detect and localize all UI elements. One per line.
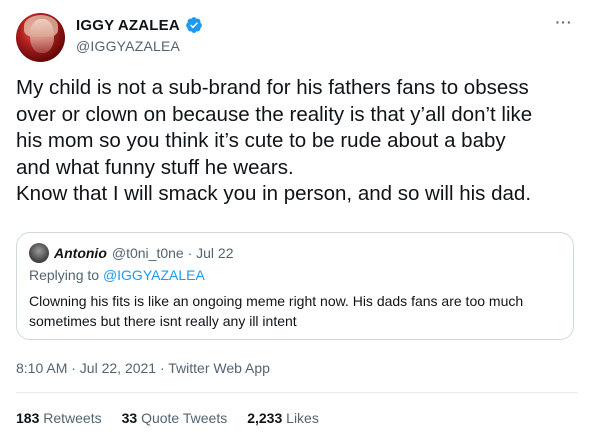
- quoted-avatar[interactable]: [29, 243, 49, 263]
- likes-count: 2,233: [247, 410, 283, 426]
- tweet-timestamp[interactable]: 8:10 AM · Jul 22, 2021 · Twitter Web App: [16, 360, 270, 376]
- divider: [16, 392, 578, 393]
- verified-badge-icon: [185, 17, 202, 33]
- quoted-reply-mention[interactable]: @IGGYAZALEA: [103, 267, 205, 283]
- tweet: IGGY AZALEA @IGGYAZALEA ··· My child is …: [0, 0, 595, 444]
- quoted-reply-prefix: Replying to: [29, 267, 103, 283]
- quoted-tweet-text: Clowning his fits is like an ongoing mem…: [29, 293, 524, 329]
- quoted-author-name[interactable]: Antonio: [54, 245, 107, 261]
- quoted-reply-line: Replying to @IGGYAZALEA: [29, 267, 205, 283]
- retweets-label: Retweets: [43, 410, 102, 426]
- likes-label: Likes: [286, 410, 319, 426]
- more-options-icon[interactable]: ···: [553, 15, 575, 33]
- author-handle[interactable]: @IGGYAZALEA: [76, 38, 180, 54]
- author-display-name[interactable]: IGGY AZALEA: [76, 17, 180, 34]
- avatar[interactable]: [16, 13, 65, 62]
- engagement-stats: 183 Retweets 33 Quote Tweets 2,233 Likes: [16, 410, 319, 426]
- quote-tweets-count: 33: [121, 410, 138, 426]
- quoted-tweet-header: Antonio @t0ni_t0ne · Jul 22: [29, 243, 234, 263]
- author-name-row: IGGY AZALEA: [76, 16, 203, 34]
- tweet-text: My child is not a sub-brand for his fath…: [16, 76, 533, 205]
- likes-stat[interactable]: 2,233 Likes: [247, 410, 319, 426]
- quoted-tweet[interactable]: Antonio @t0ni_t0ne · Jul 22 Replying to …: [16, 232, 574, 340]
- avatar-face: [30, 19, 54, 53]
- quote-tweets-stat[interactable]: 33 Quote Tweets: [122, 410, 228, 426]
- quote-tweets-label: Quote Tweets: [141, 410, 228, 426]
- quoted-author-meta: @t0ni_t0ne · Jul 22: [111, 245, 234, 261]
- retweets-count: 183: [16, 410, 40, 426]
- retweets-stat[interactable]: 183 Retweets: [16, 410, 102, 426]
